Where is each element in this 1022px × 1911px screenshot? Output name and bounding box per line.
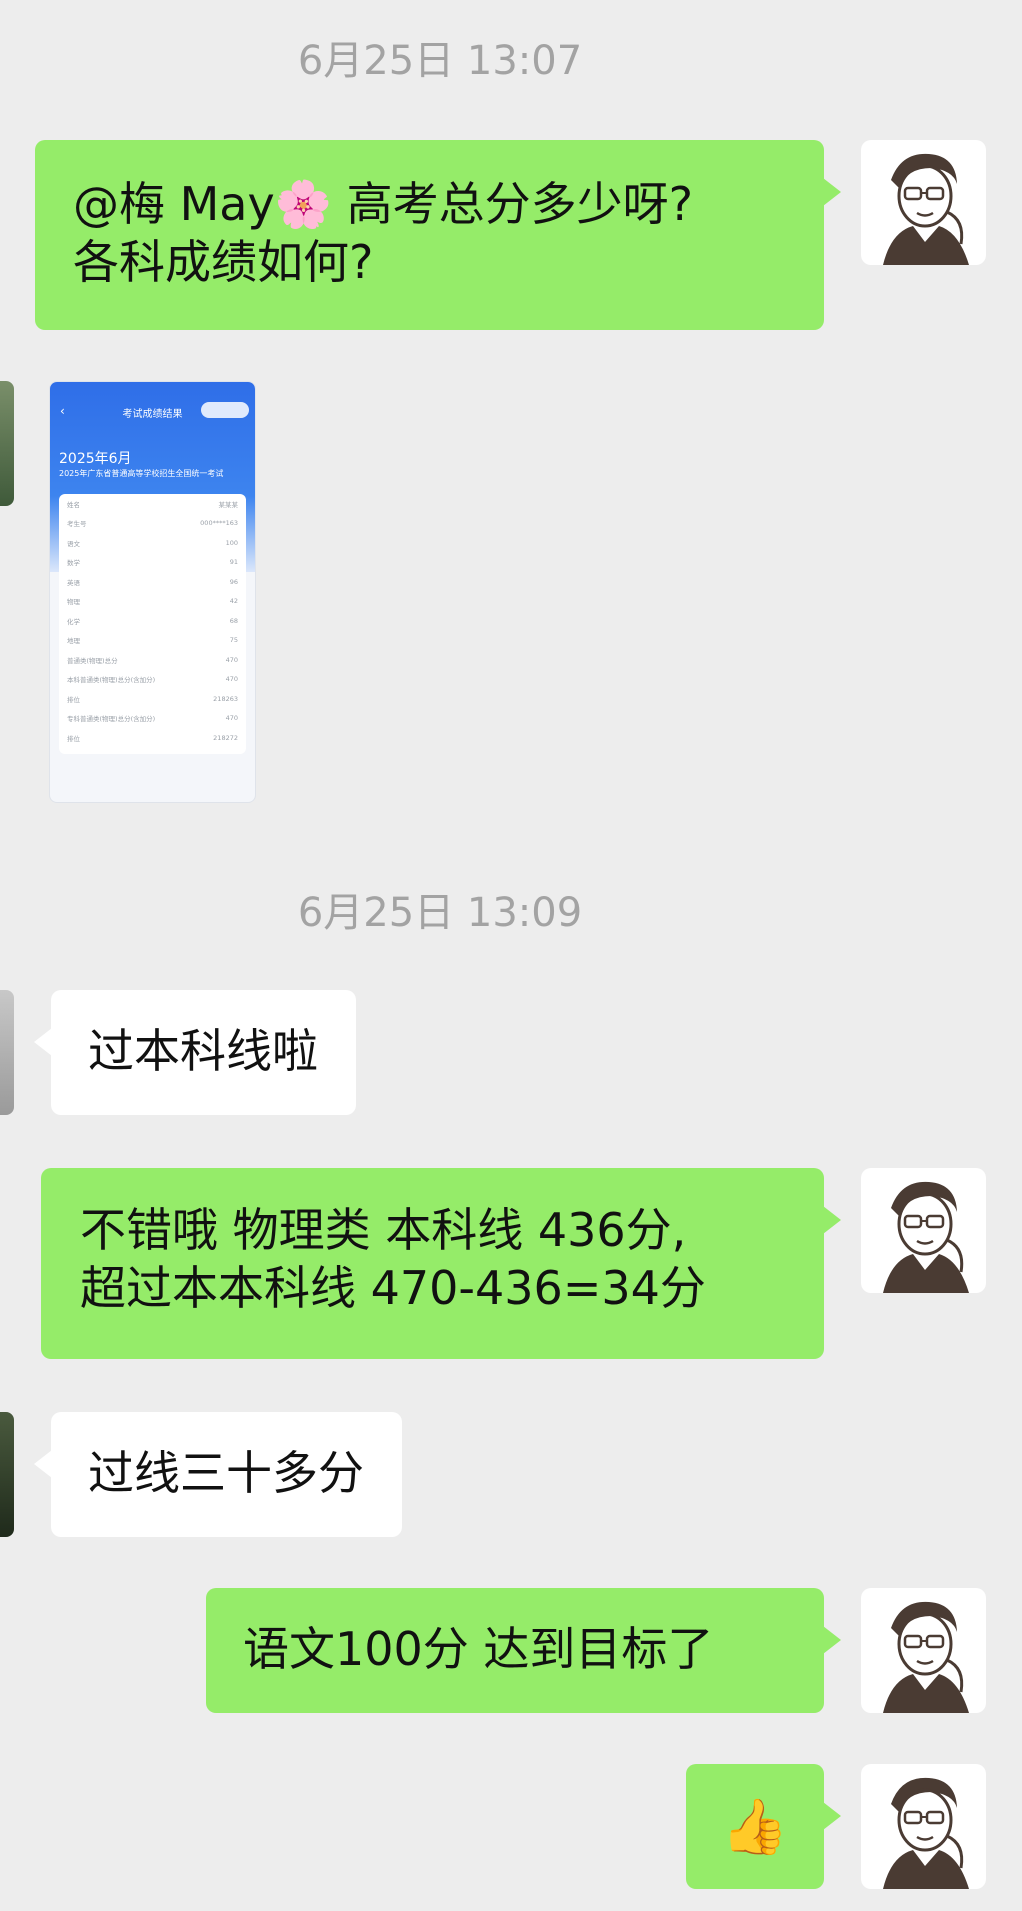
contact-avatar[interactable] <box>0 1412 14 1537</box>
avatar-sketch-icon <box>883 1777 969 1889</box>
avatar-sketch-icon <box>883 153 969 265</box>
score-card: 姓名 某某某 考生号 000****163 语文 100 数学 91 英语 96 物理 42… <box>59 494 246 754</box>
score-row: 排位 218263 <box>67 694 238 704</box>
message-bubble-received[interactable]: 过本科线啦 <box>34 990 356 1115</box>
timestamp: 6月25日 13:09 <box>297 890 583 936</box>
message-text: @梅 May🌸 高考总分多少呀? <box>73 177 694 231</box>
my-avatar[interactable] <box>861 1168 986 1293</box>
score-row: 数学 91 <box>67 558 238 568</box>
score-row: 本科普通类(物理)总分(含加分) 470 <box>67 675 238 685</box>
score-row: 专科普通类(物理)总分(含加分) 470 <box>67 714 238 724</box>
my-avatar[interactable] <box>861 140 986 265</box>
avatar-sketch-icon <box>883 1181 969 1293</box>
contact-avatar[interactable] <box>0 990 14 1115</box>
score-row: 英语 96 <box>67 577 238 587</box>
message-text: 过本科线啦 <box>88 1024 318 1078</box>
my-avatar[interactable] <box>861 1764 986 1889</box>
message-text: 各科成绩如何? <box>73 235 374 289</box>
message-text: 不错哦 物理类 本科线 436分, <box>80 1203 687 1257</box>
screenshot-month: 2025年6月 <box>59 451 132 467</box>
score-row: 物理 42 <box>67 597 238 607</box>
score-row: 语文 100 <box>67 538 238 548</box>
message-bubble-received[interactable]: 过线三十多分 <box>34 1412 402 1537</box>
miniapp-capsule-icon <box>201 402 249 418</box>
message-bubble-sent[interactable]: 不错哦 物理类 本科线 436分, 超过本本科线 470-436=34分 <box>41 1168 841 1359</box>
message-bubble-sent[interactable]: @梅 May🌸 高考总分多少呀? 各科成绩如何? <box>35 140 841 330</box>
contact-avatar[interactable] <box>0 381 14 506</box>
score-screenshot-image[interactable]: ‹ 考试成绩结果 2025年6月 2025年广东省普通高等学校招生全国统一考试 … <box>49 381 256 803</box>
screenshot-exam: 2025年广东省普通高等学校招生全国统一考试 <box>59 469 224 478</box>
message-bubble-sent[interactable]: 👍 <box>686 1764 841 1889</box>
timestamp: 6月25日 13:07 <box>297 38 583 84</box>
score-row: 化学 68 <box>67 616 238 626</box>
score-row: 普通类(物理)总分 470 <box>67 655 238 665</box>
message-bubble-sent[interactable]: 语文100分 达到目标了 <box>206 1588 841 1713</box>
message-text: 过线三十多分 <box>88 1446 364 1500</box>
my-avatar[interactable] <box>861 1588 986 1713</box>
avatar-sketch-icon <box>883 1601 969 1713</box>
score-row: 姓名 某某某 <box>67 500 238 509</box>
score-row: 排位 218272 <box>67 733 238 743</box>
thumbs-up-icon: 👍 <box>721 1794 789 1858</box>
score-row: 地理 75 <box>67 636 238 646</box>
message-text: 语文100分 达到目标了 <box>243 1622 714 1676</box>
score-row: 考生号 000****163 <box>67 519 238 529</box>
message-text: 超过本本科线 470-436=34分 <box>80 1261 706 1315</box>
